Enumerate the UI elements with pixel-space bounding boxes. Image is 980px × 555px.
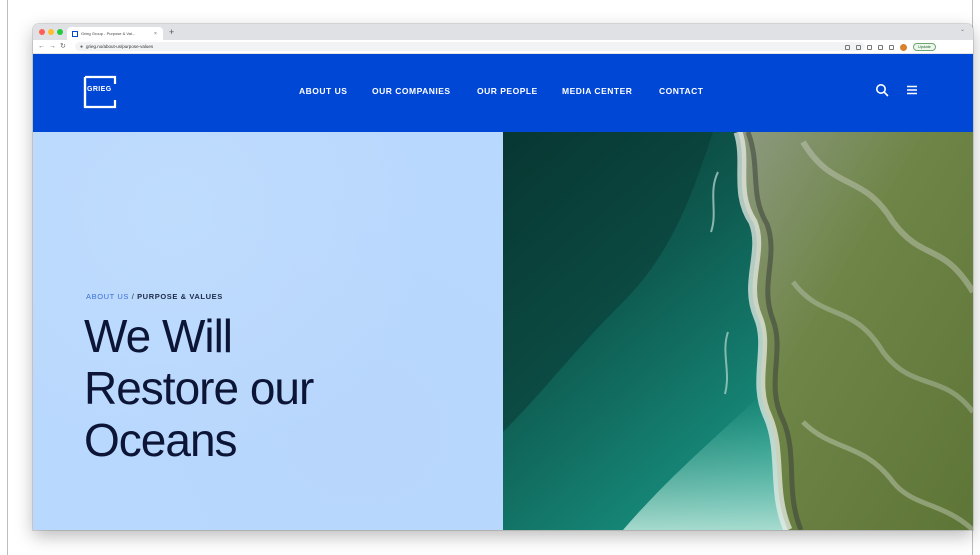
coastline-illustration [503, 132, 973, 530]
update-button[interactable]: Update [913, 43, 936, 51]
browser-window: Grieg Group - Purpose & Val... × + ⌄ ← →… [33, 24, 973, 530]
toolbar-icons: Update [845, 43, 936, 51]
nav-our-companies[interactable]: OUR COMPANIES [372, 86, 451, 96]
lock-icon: ● [80, 43, 84, 50]
forward-arrow-icon[interactable]: → [49, 42, 56, 52]
nav-contact[interactable]: CONTACT [659, 86, 703, 96]
hero-text-panel: ABOUT US / PURPOSE & VALUES We Will Rest… [33, 132, 503, 530]
browser-toolbar: ← → ↻ ● grieg.no/about-us/purpose-values… [33, 40, 973, 54]
hero-title-line-2: Restore our [84, 362, 314, 414]
hero-title-line-3: Oceans [84, 414, 238, 466]
search-icon[interactable] [875, 83, 889, 97]
tab-close-icon[interactable]: × [154, 31, 157, 37]
reload-icon[interactable]: ↻ [60, 42, 66, 52]
logo-text: GRIEG [87, 86, 112, 93]
tab-search-icon[interactable]: ⌄ [960, 26, 965, 33]
zoom-window-icon[interactable] [57, 29, 63, 35]
hamburger-menu-icon[interactable] [905, 83, 919, 97]
close-window-icon[interactable] [39, 29, 45, 35]
puzzle-icon[interactable] [878, 44, 883, 50]
site-header: GRIEG ABOUT US OUR COMPANIES OUR PEOPLE … [33, 54, 973, 132]
bookmark-star-icon[interactable] [856, 44, 861, 50]
extension-icon[interactable] [867, 44, 872, 50]
minimize-window-icon[interactable] [48, 29, 54, 35]
nav-our-people[interactable]: OUR PEOPLE [477, 86, 538, 96]
breadcrumb: ABOUT US / PURPOSE & VALUES [86, 292, 223, 301]
favicon-icon [72, 30, 78, 37]
grieg-logo[interactable]: GRIEG [83, 75, 117, 109]
hero-title: We Will Restore our Oceans [84, 310, 464, 466]
hero-aerial-coast-image [503, 132, 973, 530]
new-tab-button[interactable]: + [169, 26, 174, 38]
hero-title-line-1: We Will [84, 310, 233, 362]
back-arrow-icon[interactable]: ← [38, 42, 45, 52]
page-border-left [7, 0, 8, 555]
nav-about-us[interactable]: ABOUT US [299, 86, 347, 96]
browser-tab[interactable]: Grieg Group - Purpose & Val... × [67, 27, 163, 40]
address-bar[interactable]: ● grieg.no/about-us/purpose-values [75, 42, 865, 51]
tab-title: Grieg Group - Purpose & Val... [81, 31, 136, 36]
nav-media-center[interactable]: MEDIA CENTER [562, 86, 632, 96]
breadcrumb-current: PURPOSE & VALUES [137, 292, 223, 301]
url-text: grieg.no/about-us/purpose-values [86, 44, 154, 49]
profile-avatar[interactable] [900, 43, 907, 51]
breadcrumb-about-us[interactable]: ABOUT US [86, 292, 129, 301]
sidebar-icon[interactable] [889, 44, 894, 50]
browser-tab-strip: Grieg Group - Purpose & Val... × + ⌄ [33, 24, 973, 40]
share-icon[interactable] [845, 44, 850, 50]
breadcrumb-separator: / [129, 292, 138, 301]
hero-section: ABOUT US / PURPOSE & VALUES We Will Rest… [33, 132, 973, 530]
